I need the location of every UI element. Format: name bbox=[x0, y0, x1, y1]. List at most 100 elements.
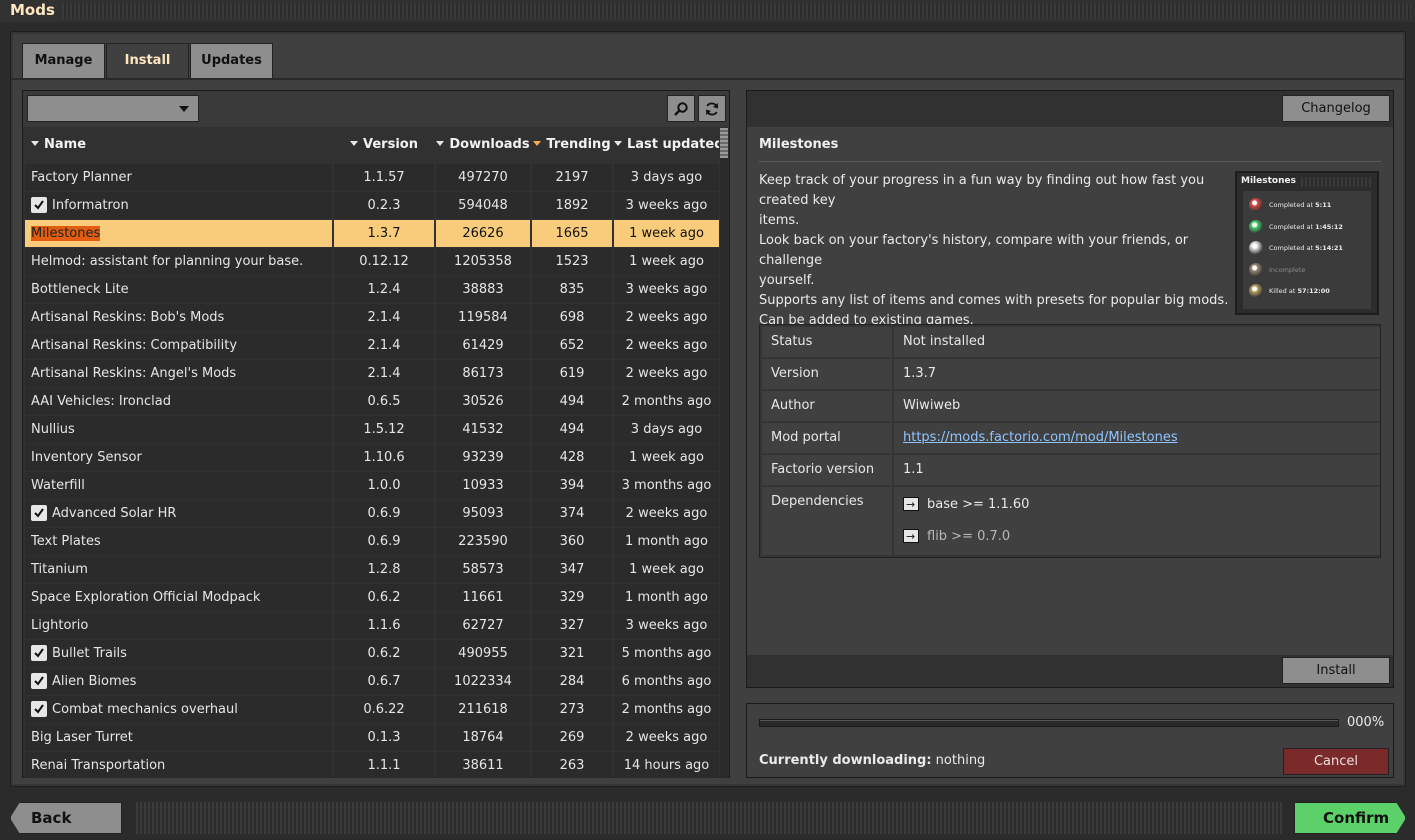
column-header-name[interactable]: Name bbox=[25, 128, 332, 162]
thumbnail-row: Completed at 5:14:21 bbox=[1245, 238, 1369, 258]
mod-version-cell: 2.1.4 bbox=[334, 360, 434, 387]
window-title: Mods bbox=[10, 1, 55, 19]
table-row[interactable]: Space Exploration Official Modpack 0.6.2 1… bbox=[25, 584, 719, 612]
search-button[interactable] bbox=[667, 95, 695, 122]
table-row[interactable]: Artisanal Reskins: Compatibility 2.1.4 614… bbox=[25, 332, 719, 360]
table-row[interactable]: Informatron 0.2.3 594048 1892 3 weeks ago bbox=[25, 192, 719, 220]
table-row[interactable]: Artisanal Reskins: Angel's Mods 2.1.4 8617… bbox=[25, 360, 719, 388]
info-key: Dependencies bbox=[762, 487, 892, 555]
table-row[interactable]: Renai Transportation 1.1.1 38611 263 14 hour… bbox=[25, 752, 719, 778]
mod-trending-cell: 619 bbox=[532, 360, 612, 387]
table-row[interactable]: Titanium 1.2.8 58573 347 1 week ago bbox=[25, 556, 719, 584]
scrollbar-thumb[interactable] bbox=[720, 128, 728, 158]
mod-name-text: Lightorio bbox=[31, 618, 89, 633]
mod-name-text: Inventory Sensor bbox=[31, 450, 142, 465]
mod-updated-cell: 1 week ago bbox=[614, 444, 719, 471]
dependency-item: base >= 1.1.60 bbox=[903, 495, 1029, 515]
window-titlebar: Mods bbox=[0, 0, 1415, 22]
mod-version-cell: 1.0.0 bbox=[334, 472, 434, 499]
mod-name-text: AAI Vehicles: Ironclad bbox=[31, 394, 171, 409]
download-status-label: Currently downloading: bbox=[759, 753, 932, 768]
mod-name-text: Informatron bbox=[52, 198, 129, 213]
install-button[interactable]: Install bbox=[1282, 657, 1390, 684]
mod-trending-cell: 329 bbox=[532, 584, 612, 611]
mod-name-text: Waterfill bbox=[31, 478, 85, 493]
mod-name-cell: Alien Biomes bbox=[25, 668, 332, 695]
mod-updated-cell: 3 days ago bbox=[614, 164, 719, 191]
back-button[interactable]: Back bbox=[10, 802, 122, 834]
mod-downloads-cell: 119584 bbox=[436, 304, 530, 331]
mod-name-cell: Renai Transportation bbox=[25, 752, 332, 778]
table-row[interactable]: Factory Planner 1.1.57 497270 2197 3 days ag… bbox=[25, 164, 719, 192]
mod-downloads-cell: 58573 bbox=[436, 556, 530, 583]
refresh-button[interactable] bbox=[698, 95, 726, 122]
table-row[interactable]: Text Plates 0.6.9 223590 360 1 month ago bbox=[25, 528, 719, 556]
mod-updated-cell: 2 weeks ago bbox=[614, 332, 719, 359]
changelog-button[interactable]: Changelog bbox=[1282, 95, 1390, 122]
table-row[interactable]: Waterfill 1.0.0 10933 394 3 months ago bbox=[25, 472, 719, 500]
mod-version-cell: 0.1.3 bbox=[334, 724, 434, 751]
mod-updated-cell: 2 months ago bbox=[614, 696, 719, 723]
mod-downloads-cell: 95093 bbox=[436, 500, 530, 527]
mod-trending-cell: 263 bbox=[532, 752, 612, 778]
tab-install[interactable]: Install bbox=[106, 43, 189, 80]
mod-downloads-cell: 38883 bbox=[436, 276, 530, 303]
table-row[interactable]: Bottleneck Lite 1.2.4 38883 835 3 weeks ago bbox=[25, 276, 719, 304]
table-row[interactable]: Lightorio 1.1.6 62727 327 3 weeks ago bbox=[25, 612, 719, 640]
mod-updated-cell: 3 weeks ago bbox=[614, 192, 719, 219]
table-row[interactable]: Combat mechanics overhaul 0.6.22 211618 273… bbox=[25, 696, 719, 724]
table-row[interactable]: Bullet Trails 0.6.2 490955 321 5 months ago bbox=[25, 640, 719, 668]
table-row[interactable]: Helmod: assistant for planning your base… bbox=[25, 248, 719, 276]
mod-trending-cell: 494 bbox=[532, 388, 612, 415]
category-dropdown[interactable] bbox=[27, 95, 199, 122]
column-header-trending[interactable]: Trending bbox=[532, 128, 612, 162]
mod-name-cell: Artisanal Reskins: Angel's Mods bbox=[25, 360, 332, 387]
mod-table: Name Version Downloads Trending Last upd… bbox=[25, 128, 719, 778]
mod-version-cell: 1.10.6 bbox=[334, 444, 434, 471]
milestone-label: Incomplete bbox=[1269, 265, 1306, 274]
tab-updates[interactable]: Updates bbox=[190, 43, 273, 78]
cancel-button[interactable]: Cancel bbox=[1283, 748, 1389, 775]
column-header-last-updated[interactable]: Last updated bbox=[614, 128, 719, 162]
mod-updated-cell: 1 month ago bbox=[614, 584, 719, 611]
mod-trending-cell: 2197 bbox=[532, 164, 612, 191]
mod-version-cell: 0.6.9 bbox=[334, 500, 434, 527]
column-label: Trending bbox=[546, 137, 611, 152]
dependency-label: base >= 1.1.60 bbox=[927, 497, 1030, 512]
mod-version-cell: 1.1.57 bbox=[334, 164, 434, 191]
titlebar-drag-handle[interactable] bbox=[62, 3, 1411, 19]
table-row[interactable]: Artisanal Reskins: Bob's Mods 2.1.4 119584… bbox=[25, 304, 719, 332]
download-progress-bar bbox=[759, 719, 1339, 727]
confirm-button[interactable]: Confirm bbox=[1294, 802, 1406, 834]
mod-trending-cell: 273 bbox=[532, 696, 612, 723]
mod-portal-link[interactable]: https://mods.factorio.com/mod/Milestones bbox=[903, 430, 1178, 445]
table-row[interactable]: Alien Biomes 0.6.7 1022334 284 6 months ago bbox=[25, 668, 719, 696]
mod-version-cell: 1.3.7 bbox=[334, 220, 434, 247]
table-row[interactable]: Inventory Sensor 1.10.6 93239 428 1 week ago bbox=[25, 444, 719, 472]
mod-info-table: Status Not installed Version 1.3.7 Autho… bbox=[759, 324, 1381, 558]
table-row[interactable]: AAI Vehicles: Ironclad 0.6.5 30526 494 2 mon… bbox=[25, 388, 719, 416]
info-value: Not installed bbox=[894, 327, 1380, 357]
info-key: Author bbox=[762, 391, 892, 421]
tab-manage[interactable]: Manage bbox=[22, 43, 105, 78]
mod-updated-cell: 5 months ago bbox=[614, 640, 719, 667]
column-header-downloads[interactable]: Downloads bbox=[436, 128, 530, 162]
table-row[interactable]: Big Laser Turret 0.1.3 18764 269 2 weeks ago bbox=[25, 724, 719, 752]
table-row[interactable]: Nullius 1.5.12 41532 494 3 days ago bbox=[25, 416, 719, 444]
description-line: Supports any list of items and comes wit… bbox=[759, 293, 1229, 308]
table-row[interactable]: Advanced Solar HR 0.6.9 95093 374 2 weeks ag… bbox=[25, 500, 719, 528]
mod-name-cell: Milestones bbox=[25, 220, 332, 247]
filter-bar bbox=[23, 91, 729, 127]
table-scrollbar[interactable] bbox=[720, 128, 728, 778]
column-header-version[interactable]: Version bbox=[334, 128, 434, 162]
mod-name-cell: Bottleneck Lite bbox=[25, 276, 332, 303]
mod-name-text: Helmod: assistant for planning your base… bbox=[31, 254, 304, 269]
description-line: yourself. bbox=[759, 273, 815, 288]
mod-trending-cell: 494 bbox=[532, 416, 612, 443]
mod-updated-cell: 1 month ago bbox=[614, 528, 719, 555]
mod-name-cell: Waterfill bbox=[25, 472, 332, 499]
column-label: Version bbox=[363, 137, 418, 152]
mod-updated-cell: 3 weeks ago bbox=[614, 612, 719, 639]
mod-trending-cell: 394 bbox=[532, 472, 612, 499]
table-row[interactable]: Milestones 1.3.7 26626 1665 1 week ago bbox=[25, 220, 719, 248]
